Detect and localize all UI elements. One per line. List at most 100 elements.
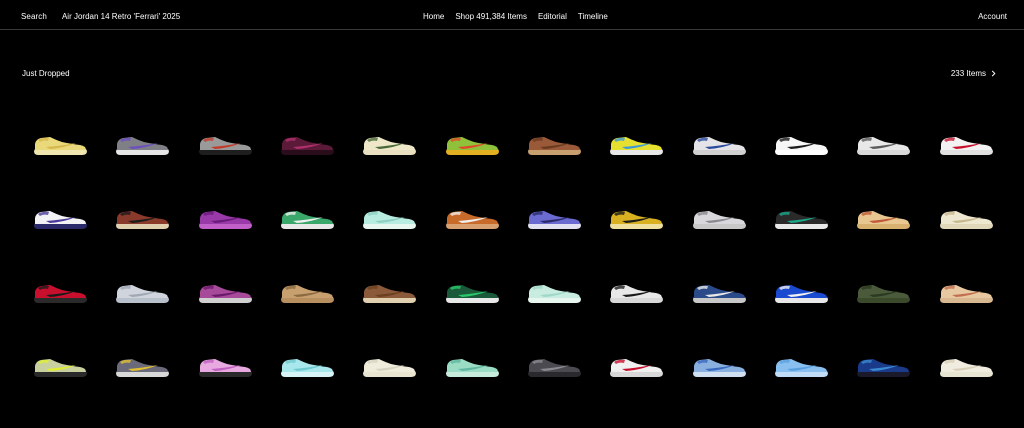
product-card[interactable] [925, 329, 1007, 403]
product-card[interactable] [513, 181, 595, 255]
sneaker-icon [692, 137, 746, 155]
nav-timeline[interactable]: Timeline [578, 12, 608, 21]
product-card[interactable] [19, 107, 101, 181]
sneaker-icon [857, 285, 911, 303]
product-card[interactable] [266, 329, 348, 403]
sneaker-icon [445, 211, 499, 229]
sneaker-icon [857, 359, 911, 377]
product-card[interactable] [513, 255, 595, 329]
product-card[interactable] [19, 255, 101, 329]
product-card[interactable] [19, 181, 101, 255]
product-card[interactable] [184, 329, 266, 403]
account-link[interactable]: Account [978, 12, 1007, 21]
product-card[interactable] [266, 107, 348, 181]
sneaker-icon [445, 359, 499, 377]
product-card[interactable] [431, 329, 513, 403]
product-grid [19, 107, 1007, 403]
sneaker-icon [775, 137, 829, 155]
product-card[interactable] [595, 329, 677, 403]
product-card[interactable] [266, 255, 348, 329]
sneaker-icon [692, 359, 746, 377]
sneaker-icon [528, 285, 582, 303]
sneaker-icon [857, 137, 911, 155]
sneaker-icon [528, 359, 582, 377]
sneaker-icon [363, 359, 417, 377]
sneaker-icon [610, 137, 664, 155]
product-card[interactable] [595, 181, 677, 255]
product-card[interactable] [842, 107, 924, 181]
product-card[interactable] [842, 255, 924, 329]
main-nav: Home Shop 491,384 Items Editorial Timeli… [423, 12, 608, 21]
sneaker-icon [363, 137, 417, 155]
product-card[interactable] [184, 107, 266, 181]
nav-editorial[interactable]: Editorial [538, 12, 567, 21]
items-count-link[interactable]: 233 Items [951, 69, 996, 78]
product-card[interactable] [760, 181, 842, 255]
product-card[interactable] [348, 181, 430, 255]
sneaker-icon [939, 285, 993, 303]
product-card[interactable] [101, 329, 183, 403]
product-card[interactable] [925, 107, 1007, 181]
sneaker-icon [528, 211, 582, 229]
product-card[interactable] [760, 255, 842, 329]
product-card[interactable] [760, 107, 842, 181]
product-card[interactable] [348, 107, 430, 181]
sneaker-icon [610, 285, 664, 303]
items-count-label: 233 Items [950, 69, 986, 78]
product-card[interactable] [842, 329, 924, 403]
product-card[interactable] [678, 107, 760, 181]
product-card[interactable] [184, 181, 266, 255]
product-card[interactable] [513, 329, 595, 403]
sneaker-icon [445, 285, 499, 303]
sneaker-icon [34, 211, 88, 229]
search-label[interactable]: Search [21, 12, 47, 21]
product-card[interactable] [513, 107, 595, 181]
product-card[interactable] [431, 107, 513, 181]
product-card[interactable] [678, 255, 760, 329]
product-card[interactable] [595, 107, 677, 181]
product-card[interactable] [266, 181, 348, 255]
product-card[interactable] [678, 329, 760, 403]
sneaker-icon [198, 211, 252, 229]
sneaker-icon [198, 137, 252, 155]
sneaker-icon [116, 211, 170, 229]
product-card[interactable] [925, 181, 1007, 255]
sneaker-icon [445, 137, 499, 155]
product-card[interactable] [431, 181, 513, 255]
sneaker-icon [775, 285, 829, 303]
sneaker-icon [857, 211, 911, 229]
sneaker-icon [116, 137, 170, 155]
sneaker-icon [116, 285, 170, 303]
product-card[interactable] [101, 255, 183, 329]
sneaker-icon [610, 211, 664, 229]
sneaker-icon [34, 285, 88, 303]
top-navigation-bar: Search Air Jordan 14 Retro 'Ferrari' 202… [0, 0, 1024, 30]
sneaker-icon [939, 137, 993, 155]
sneaker-icon [775, 359, 829, 377]
nav-shop[interactable]: Shop 491,384 Items [455, 12, 527, 21]
product-card[interactable] [19, 329, 101, 403]
product-card[interactable] [678, 181, 760, 255]
product-card[interactable] [184, 255, 266, 329]
product-card[interactable] [101, 181, 183, 255]
product-card[interactable] [101, 107, 183, 181]
section-title: Just Dropped [22, 69, 70, 78]
product-card[interactable] [760, 329, 842, 403]
sneaker-icon [692, 211, 746, 229]
sneaker-icon [34, 137, 88, 155]
product-card[interactable] [925, 255, 1007, 329]
search-area: Search Air Jordan 14 Retro 'Ferrari' 202… [21, 12, 180, 21]
product-card[interactable] [348, 255, 430, 329]
sneaker-icon [610, 359, 664, 377]
sneaker-icon [939, 359, 993, 377]
search-input[interactable]: Air Jordan 14 Retro 'Ferrari' 2025 [62, 12, 180, 21]
product-card[interactable] [595, 255, 677, 329]
sneaker-icon [198, 359, 252, 377]
product-card[interactable] [348, 329, 430, 403]
nav-home[interactable]: Home [423, 12, 444, 21]
sneaker-icon [281, 211, 335, 229]
product-card[interactable] [431, 255, 513, 329]
sneaker-icon [281, 359, 335, 377]
product-card[interactable] [842, 181, 924, 255]
sneaker-icon [198, 285, 252, 303]
